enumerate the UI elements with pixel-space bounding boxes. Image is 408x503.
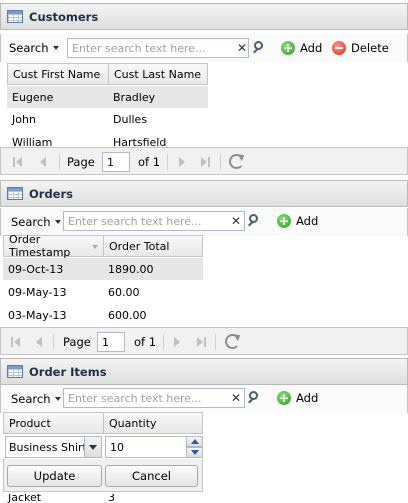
grid-icon [7,365,23,378]
pager-separator [220,154,221,170]
search-input[interactable] [63,211,245,231]
page-count-label: of 1 [138,155,161,169]
table-cell[interactable]: 09-Oct-13 [3,258,103,280]
customers-header: Customers [0,3,408,30]
row-editor-buttons: Update Cancel [3,459,203,492]
chevron-down-icon [54,220,61,224]
increment-icon[interactable] [186,436,203,447]
search-menu-button[interactable]: Search [11,215,61,229]
panel-title: Orders [29,186,73,201]
first-page-icon[interactable] [13,157,23,167]
last-page-icon[interactable] [200,157,210,167]
orders-pager: Page of 1 [0,327,408,355]
page-label: Page [67,155,95,169]
table-cell[interactable]: 600.00 [103,304,203,326]
column-header-last-name[interactable]: Cust Last Name [108,63,208,85]
search-label: Search [11,215,51,229]
table-cell[interactable]: 3 [103,494,203,503]
pager-separator [163,334,164,350]
table-cell[interactable]: Eugene [7,86,107,108]
page-label: Page [63,335,91,349]
table-cell[interactable]: 09-May-13 [3,281,103,303]
table-cell[interactable]: Bradley [108,86,208,108]
search-input[interactable] [67,38,249,58]
prev-page-icon[interactable] [37,157,47,167]
clear-icon[interactable]: ✕ [228,212,244,230]
delete-icon [332,41,346,55]
clear-icon[interactable]: ✕ [228,389,244,407]
product-select-value: Business Shirt [9,440,87,454]
add-icon: + [277,214,291,228]
chevron-down-icon [52,46,59,50]
clear-icon[interactable]: ✕ [234,39,250,57]
pager-separator [59,154,60,170]
cancel-button[interactable]: Cancel [105,465,198,487]
delete-button[interactable]: Delete [332,41,389,55]
page-number-input[interactable] [102,152,130,172]
page-count-label: of 1 [134,335,157,349]
search-menu-button[interactable]: Search [11,392,61,406]
add-button[interactable]: + Add [277,391,318,405]
search-label: Search [11,392,51,406]
column-header-order-total[interactable]: Order Total [103,235,203,257]
column-header-first-name[interactable]: Cust First Name [7,63,109,85]
table-cell[interactable]: Jacket [3,494,103,503]
chevron-down-icon [54,397,61,401]
add-label: Add [296,214,319,228]
update-button[interactable]: Update [7,465,102,487]
order-items-header: Order Items [0,358,408,385]
pager-separator [53,334,54,350]
search-input[interactable] [63,388,245,408]
table-cell[interactable]: 60.00 [103,281,203,303]
search-menu-button[interactable]: Search [9,41,59,55]
refresh-icon[interactable] [229,154,244,169]
add-button[interactable]: + Add [277,214,318,228]
add-label: Add [300,41,323,55]
panel-title: Customers [29,9,99,24]
table-cell[interactable]: John [7,108,107,130]
next-page-icon[interactable] [178,157,188,167]
column-header-order-timestamp[interactable]: Order Timestamp [3,233,104,259]
add-icon: + [277,391,291,405]
panel-title: Order Items [29,364,107,379]
prev-page-icon[interactable] [33,337,43,347]
order-items-panel: Order Items Search ✕ + Add Product Quant… [0,358,408,503]
product-select[interactable]: Business Shirt [5,436,102,458]
customers-pager: Page of 1 [0,147,408,175]
magnifier-icon[interactable] [251,39,267,57]
customers-toolbar: Search ✕ + Add Delete [0,34,408,62]
grid-icon [7,187,23,200]
search-label: Search [9,41,49,55]
add-button[interactable]: + Add [281,41,322,55]
chevron-down-icon[interactable] [92,245,98,249]
pager-separator [215,334,216,350]
decrement-icon[interactable] [186,447,203,458]
column-header-quantity[interactable]: Quantity [103,412,203,434]
page-number-input[interactable] [97,332,125,352]
last-page-icon[interactable] [196,337,206,347]
add-label: Add [296,391,319,405]
table-cell[interactable]: 1890.00 [103,258,203,280]
customers-panel: Customers Search ✕ + Add Delete Cust Fir… [0,3,408,175]
orders-panel: Orders Search ✕ + Add Order Timestamp Or… [0,180,408,355]
column-header-label: Order Timestamp [9,233,71,259]
first-page-icon[interactable] [11,337,21,347]
chevron-down-icon[interactable] [84,437,101,457]
quantity-stepper[interactable] [105,436,187,458]
delete-label: Delete [351,41,389,55]
refresh-icon[interactable] [225,334,240,349]
magnifier-icon[interactable] [246,389,262,407]
column-header-product[interactable]: Product [3,412,104,434]
table-cell[interactable]: Dulles [108,108,208,130]
next-page-icon[interactable] [173,337,183,347]
table-cell[interactable]: 03-May-13 [3,304,103,326]
order-items-toolbar: Search ✕ + Add [0,385,408,413]
add-icon: + [281,41,295,55]
orders-toolbar: Search ✕ + Add [0,208,408,236]
magnifier-icon[interactable] [246,212,262,230]
grid-icon [7,10,23,23]
pager-separator [167,154,168,170]
orders-header: Orders [0,180,408,207]
